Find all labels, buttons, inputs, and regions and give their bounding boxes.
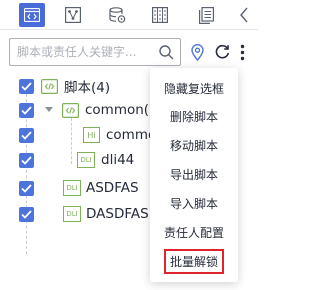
dli-script-icon: DLI bbox=[63, 180, 81, 196]
tree-node-label: commo bbox=[106, 127, 157, 143]
tree-node-root[interactable]: 脚本(4) bbox=[19, 75, 110, 97]
script-checkbox[interactable] bbox=[19, 180, 34, 196]
toolbar bbox=[0, 0, 258, 30]
more-vertical-icon[interactable] bbox=[240, 44, 245, 61]
tree-node-script[interactable]: DLI dli44 bbox=[19, 149, 134, 171]
tree-node-script[interactable]: DLI ASDFAS bbox=[19, 177, 139, 199]
check-icon bbox=[21, 183, 32, 193]
menu-item-label: 移动脚本 bbox=[169, 138, 218, 153]
chevron-left-icon bbox=[240, 7, 248, 23]
tree-node-label: DASDFAS bbox=[86, 206, 149, 222]
tree-node-folder[interactable]: common(2 bbox=[19, 99, 158, 121]
tree-node-script[interactable]: Hi commo bbox=[19, 124, 156, 146]
tree-node-label: dli44 bbox=[101, 152, 135, 168]
search-icon[interactable] bbox=[159, 45, 174, 60]
tree-node-label: 脚本(4) bbox=[64, 80, 111, 96]
document-icon bbox=[198, 6, 214, 24]
folder-icon bbox=[62, 102, 79, 118]
menu-item-label: 批量解锁 bbox=[163, 248, 224, 274]
menu-item-label: 责任人配置 bbox=[163, 225, 224, 240]
collapse-button[interactable] bbox=[231, 3, 257, 27]
dli-script-icon: DLI bbox=[63, 206, 81, 222]
check-icon bbox=[21, 209, 32, 219]
menu-item-label: 删除脚本 bbox=[169, 109, 218, 124]
caret-down-icon[interactable] bbox=[44, 105, 54, 115]
search-box bbox=[9, 38, 181, 66]
context-menu: 隐藏复选框 删除脚本 移动脚本 导出脚本 导入脚本 责任人配置 批量解锁 bbox=[150, 68, 238, 282]
document-tab[interactable] bbox=[193, 3, 219, 27]
tree-node-script[interactable]: DLI DASDFAS bbox=[19, 203, 149, 225]
check-icon bbox=[21, 105, 32, 115]
menu-item-batch-unlock[interactable]: 批量解锁 bbox=[150, 247, 238, 275]
check-icon bbox=[21, 155, 32, 165]
database-tab[interactable] bbox=[104, 3, 130, 27]
location-pin-icon[interactable] bbox=[191, 44, 204, 61]
check-icon bbox=[21, 81, 32, 91]
menu-item-label: 导出脚本 bbox=[169, 167, 218, 182]
root-checkbox[interactable] bbox=[19, 78, 34, 94]
dli-script-icon: DLI bbox=[77, 152, 95, 168]
menu-item-move-script[interactable]: 移动脚本 bbox=[150, 131, 238, 159]
flow-icon bbox=[65, 7, 81, 23]
code-icon bbox=[24, 8, 40, 22]
folder-icon bbox=[41, 78, 58, 94]
grid-tab[interactable] bbox=[147, 3, 173, 27]
menu-item-hide-checkbox[interactable]: 隐藏复选框 bbox=[150, 74, 238, 102]
search-input[interactable] bbox=[17, 43, 155, 61]
hive-script-icon: Hi bbox=[83, 127, 100, 143]
script-checkbox[interactable] bbox=[19, 152, 34, 168]
refresh-icon[interactable] bbox=[215, 44, 230, 59]
tree-node-label: ASDFAS bbox=[86, 180, 139, 196]
folder-checkbox[interactable] bbox=[19, 102, 34, 118]
menu-item-delete-script[interactable]: 删除脚本 bbox=[150, 102, 238, 130]
database-icon bbox=[108, 7, 125, 23]
menu-item-owner-config[interactable]: 责任人配置 bbox=[150, 218, 238, 246]
search-row bbox=[0, 38, 258, 66]
menu-item-label: 隐藏复选框 bbox=[163, 81, 224, 96]
check-icon bbox=[21, 130, 32, 140]
menu-item-import-script[interactable]: 导入脚本 bbox=[150, 189, 238, 217]
menu-item-label: 导入脚本 bbox=[169, 196, 218, 211]
flow-tab[interactable] bbox=[60, 3, 86, 27]
grid-icon bbox=[152, 7, 168, 23]
script-checkbox[interactable] bbox=[19, 127, 34, 143]
script-checkbox[interactable] bbox=[19, 206, 34, 222]
tree-node-label: common(2 bbox=[85, 102, 158, 118]
menu-item-export-script[interactable]: 导出脚本 bbox=[150, 160, 238, 188]
code-tab[interactable] bbox=[19, 3, 45, 27]
